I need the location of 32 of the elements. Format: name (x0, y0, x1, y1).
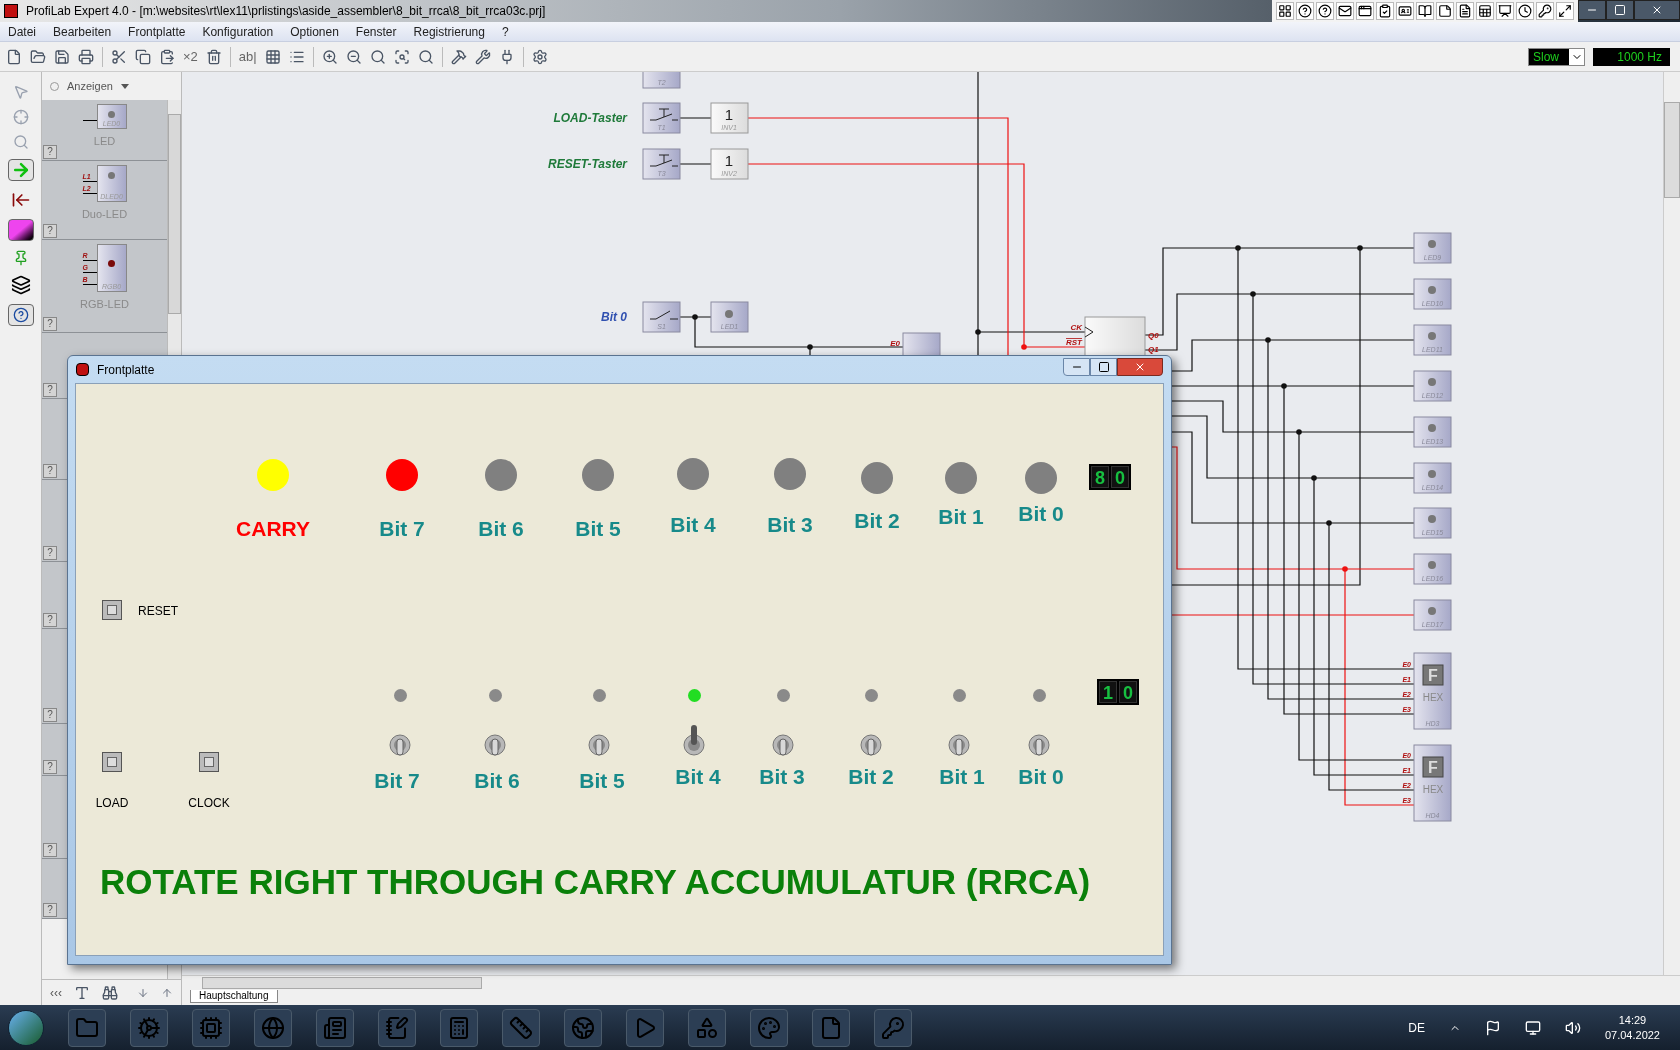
button-label: RESET (138, 603, 178, 620)
indicator-label: Bit 4 (670, 512, 716, 538)
indicator-label: Bit 2 (854, 508, 900, 534)
indicator-label: Bit 7 (379, 516, 425, 542)
switch-label: Bit 0 (1018, 764, 1064, 790)
window-title: Frontplatte (97, 361, 155, 379)
switch-label: Bit 6 (474, 768, 520, 794)
indicator-label: Bit 3 (767, 512, 813, 538)
button-label: CLOCK (188, 795, 230, 812)
indicator-label: Bit 6 (478, 516, 524, 542)
component-label: Bit 0 (601, 310, 627, 324)
digital-display: 1 0 (1097, 679, 1139, 705)
switch-label: Bit 5 (579, 768, 625, 794)
item-label: LED (93, 134, 116, 149)
indicator-label: CARRY (236, 516, 310, 542)
switch-label: Bit 7 (374, 768, 420, 794)
item-label: Duo-LED (81, 207, 128, 222)
component-label: LOAD-Taster (553, 111, 627, 125)
panel-heading: ROTATE RIGHT THROUGH CARRY ACCUMULATUR (RRCA) (100, 861, 1091, 903)
frequency-display: 1000 Hz (1593, 47, 1670, 66)
component-label: RESET-Taster (548, 157, 627, 171)
window-title: ProfiLab Expert 4.0 - [m:\websites\rt\lex11\prlistings\aside_assembler\8_bit_rrca\8_bit_rrca03c.prj] (26, 3, 546, 20)
indicator-label: Bit 5 (575, 516, 621, 542)
button-label: LOAD (95, 795, 129, 812)
switch-label: Bit 1 (939, 764, 985, 790)
switch-label: Bit 2 (848, 764, 894, 790)
indicator-label: Bit 1 (938, 504, 984, 530)
item-label: RGB-LED (80, 297, 129, 312)
switch-label: Bit 3 (759, 764, 805, 790)
switch-label: Bit 4 (675, 764, 721, 790)
digital-display: 8 0 (1089, 464, 1131, 490)
indicator-label: Bit 0 (1018, 501, 1064, 527)
